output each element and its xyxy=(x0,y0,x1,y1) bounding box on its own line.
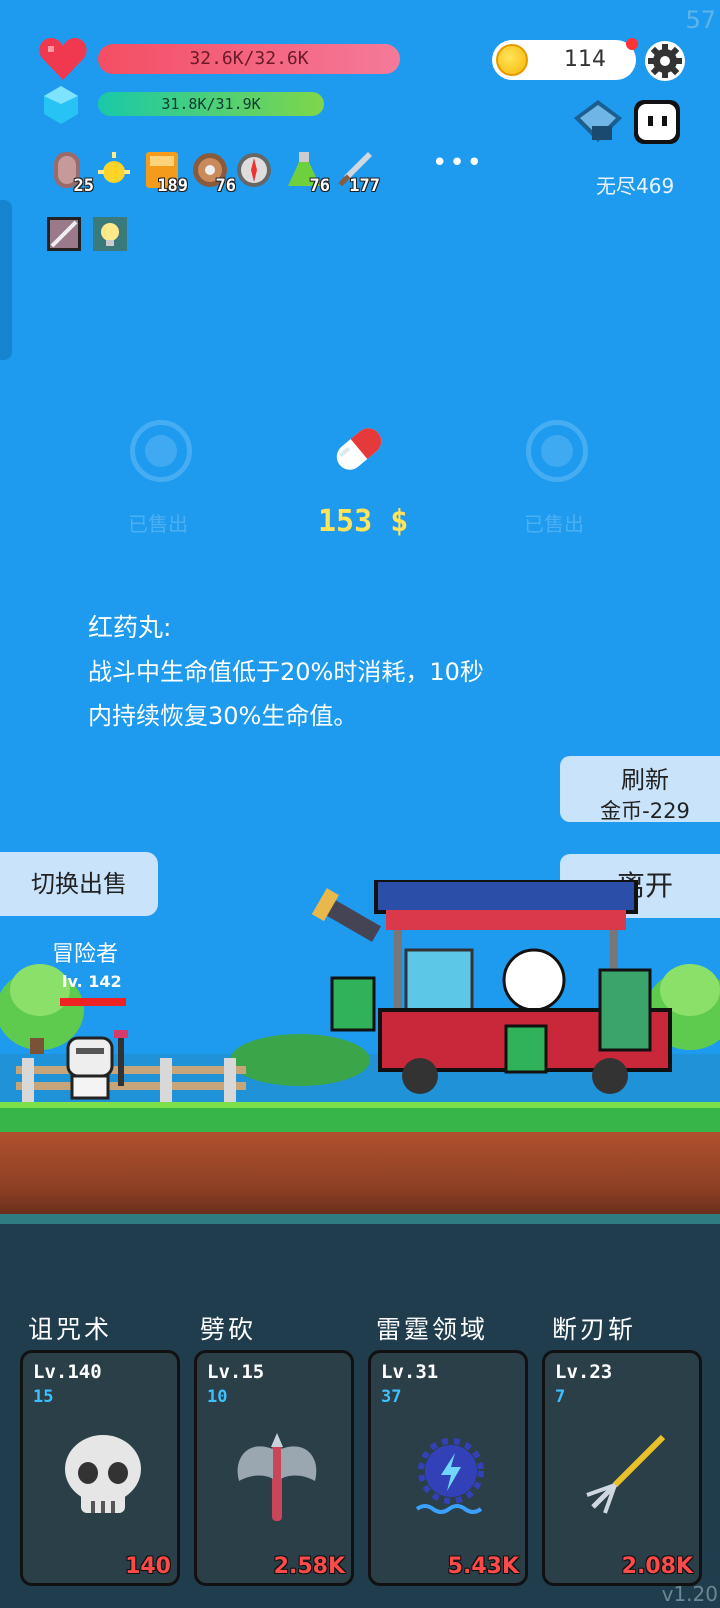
version-label: v1.20 xyxy=(661,1582,718,1606)
item-description: 内持续恢复30%生命值。 xyxy=(88,702,358,730)
sun-icon[interactable] xyxy=(94,148,134,192)
side-drawer-tab[interactable] xyxy=(0,200,12,360)
gear-icon[interactable] xyxy=(644,40,686,82)
notification-dot xyxy=(626,38,638,50)
dirt-ground xyxy=(0,1132,720,1214)
endless-mode-label: 无尽469 xyxy=(596,174,675,198)
skill-count: 7 xyxy=(555,1387,566,1407)
skill-card-blade[interactable]: Lv.23 7 2.08K xyxy=(542,1350,702,1586)
skill-level: Lv.140 xyxy=(33,1361,102,1383)
switch-sell-button[interactable]: 切换出售 xyxy=(0,852,158,916)
skill-name: 断刃斩 xyxy=(552,1315,637,1344)
skill-level: Lv.23 xyxy=(555,1361,613,1383)
hp-bar: 32.6K/32.6K xyxy=(98,44,400,74)
coin-icon xyxy=(496,44,528,76)
skill-level: Lv.15 xyxy=(207,1361,265,1383)
right-slot-label: 已售出 xyxy=(524,512,584,536)
trident-icon xyxy=(586,1434,666,1514)
skill-value: 2.58K xyxy=(273,1554,345,1579)
axe-icon xyxy=(237,1433,317,1521)
water-surface xyxy=(0,1214,720,1224)
skill-name: 劈砍 xyxy=(200,1315,257,1344)
crystal-icon xyxy=(44,86,78,124)
item-price: 153 $ xyxy=(318,504,409,539)
lightbulb-skill-icon[interactable] xyxy=(92,216,128,252)
coin-count: 114 xyxy=(564,47,606,72)
compass-icon[interactable] xyxy=(234,148,274,192)
hero-name: 冒险者 xyxy=(52,942,119,967)
shield-icon[interactable]: 76 xyxy=(190,148,236,196)
thunder-icon xyxy=(415,1438,484,1514)
item-description: 战斗中生命值低于20%时消耗，10秒 xyxy=(88,658,484,686)
skill-card-slash[interactable]: Lv.15 10 2.58K xyxy=(194,1350,354,1586)
book-icon[interactable]: 189 xyxy=(142,148,188,196)
skill-value: 140 xyxy=(125,1554,171,1579)
tombstone-icon[interactable]: 25 xyxy=(48,148,94,196)
buff-count: 76 xyxy=(215,176,236,196)
buff-count: 25 xyxy=(73,176,94,196)
skill-name: 雷霆领域 xyxy=(376,1315,489,1344)
left-slot-label: 已售出 xyxy=(128,512,188,536)
sold-out-slot-icon xyxy=(526,420,588,482)
sold-out-slot-icon xyxy=(130,420,192,482)
refresh-cost: 金币-229 xyxy=(600,799,690,823)
potion-icon[interactable]: 76 xyxy=(284,148,330,196)
skill-count: 37 xyxy=(381,1387,402,1407)
hero-health-bar xyxy=(60,998,126,1006)
refresh-button[interactable]: 刷新 金币-229 xyxy=(560,756,720,823)
skill-count: 10 xyxy=(207,1387,228,1407)
skill-value: 5.43K xyxy=(447,1554,519,1579)
shop-wagon xyxy=(311,880,672,1094)
stone-skill-icon[interactable] xyxy=(46,216,82,252)
buff-count: 76 xyxy=(309,176,330,196)
skill-level: Lv.31 xyxy=(381,1361,439,1383)
skill-card-thunder[interactable]: Lv.31 37 5.43K xyxy=(368,1350,528,1586)
knight-hero-sprite[interactable] xyxy=(60,1024,140,1104)
skill-card-curse[interactable]: Lv.140 15 140 xyxy=(20,1350,180,1586)
fps-counter: 57 xyxy=(685,6,716,34)
map-icon[interactable] xyxy=(570,96,626,146)
skull-icon xyxy=(65,1435,141,1513)
sword-icon[interactable]: 177 xyxy=(334,148,380,196)
buff-count: 177 xyxy=(349,176,380,196)
item-title: 红药丸: xyxy=(88,613,172,642)
hero-level: lv. 142 xyxy=(62,972,122,991)
ghost-icon[interactable] xyxy=(632,98,682,146)
skill-name: 诅咒术 xyxy=(28,1315,113,1344)
pill-icon[interactable] xyxy=(326,416,392,482)
more-buffs-button[interactable]: ••• xyxy=(432,148,484,178)
refresh-label: 刷新 xyxy=(621,766,669,794)
grass-ground xyxy=(0,1102,720,1132)
heart-icon xyxy=(39,38,87,80)
buff-count: 189 xyxy=(157,176,188,196)
skill-value: 2.08K xyxy=(621,1554,693,1579)
mp-bar: 31.8K/31.9K xyxy=(98,92,324,116)
skill-count: 15 xyxy=(33,1387,54,1407)
